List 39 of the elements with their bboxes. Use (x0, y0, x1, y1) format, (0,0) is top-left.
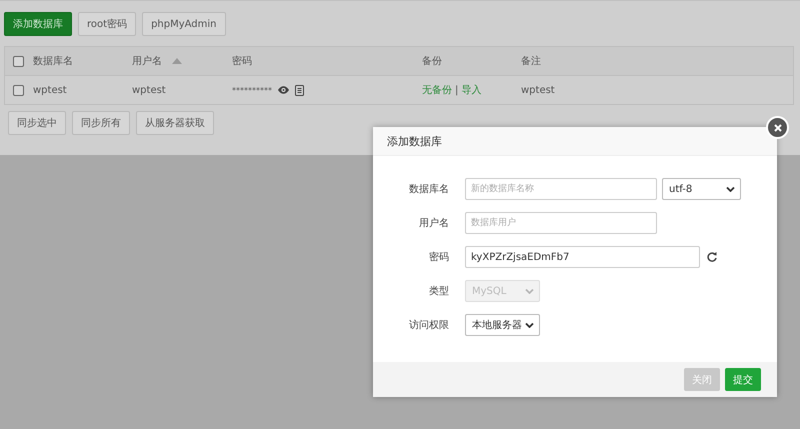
chevron-down-icon (525, 322, 534, 328)
checkbox[interactable] (13, 56, 24, 66)
toolbar-button[interactable]: root密码 (78, 12, 136, 36)
table-cell: wptest (132, 84, 166, 96)
column-header[interactable]: 数据库名 (33, 54, 73, 68)
column-header[interactable]: 用户名 (132, 54, 162, 68)
dialog-title: 添加数据库 (387, 134, 442, 148)
column-header[interactable]: 备份 (422, 54, 442, 68)
chevron-down-icon (525, 288, 534, 294)
field-label: 类型 (428, 284, 449, 298)
checkbox[interactable] (13, 84, 24, 96)
close-icon (774, 124, 782, 132)
field-label: 访问权限 (408, 318, 449, 332)
table-cell: wptest (521, 84, 555, 96)
select-field[interactable]: utf-8 (662, 178, 741, 200)
input-field[interactable]: 新的数据库名称 (465, 178, 657, 200)
input-field[interactable]: 数据库用户 (465, 212, 657, 234)
chevron-down-icon (726, 186, 735, 192)
eye-icon (278, 86, 289, 94)
separator: | (455, 84, 458, 96)
backup-link[interactable]: 无备份 (422, 83, 452, 97)
toolbar-button[interactable]: 添加数据库 (4, 12, 72, 36)
field-label: 数据库名 (408, 182, 449, 196)
import-link[interactable]: 导入 (461, 83, 482, 97)
select-field[interactable]: 本地服务器 (465, 314, 540, 336)
field-label: 密码 (428, 250, 449, 264)
column-header[interactable]: 备注 (521, 54, 541, 68)
refresh-icon (707, 252, 717, 262)
sync-button[interactable]: 同步选中 (8, 111, 66, 135)
copy-icon (295, 84, 304, 96)
column-header[interactable]: 密码 (232, 54, 252, 68)
toolbar-button[interactable]: phpMyAdmin (142, 12, 226, 36)
table-cell: wptest (33, 84, 67, 96)
submit-button[interactable]: 提交 (725, 368, 761, 391)
password-mask: ********** (232, 86, 272, 94)
field-label: 用户名 (418, 216, 449, 230)
sync-button[interactable]: 从服务器获取 (136, 111, 214, 135)
sync-button[interactable]: 同步所有 (72, 111, 130, 135)
input-field[interactable]: kyXPZrZjsaEDmFb7 (465, 246, 700, 268)
